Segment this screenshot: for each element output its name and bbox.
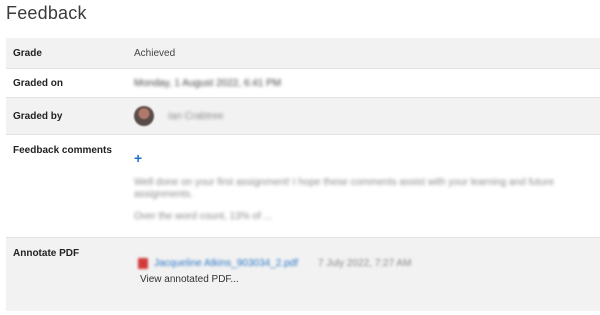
- feedback-table: Grade Achieved Graded on Monday, 1 Augus…: [6, 38, 600, 311]
- annotate-pdf-value: Jacqueline Atkins_903034_2.pdf 7 July 20…: [134, 238, 600, 285]
- annotate-pdf-label: Annotate PDF: [13, 248, 80, 259]
- feedback-page: Feedback Grade Achieved Graded on Monday…: [0, 0, 600, 315]
- grader-avatar: [134, 106, 154, 126]
- grade-row: Grade Achieved: [6, 38, 600, 69]
- pdf-file-link[interactable]: Jacqueline Atkins_903034_2.pdf: [154, 258, 298, 269]
- expand-plus-icon[interactable]: +: [134, 151, 146, 165]
- graded-by-value: Ian Crabtree: [134, 106, 600, 126]
- pdf-file-icon: [138, 258, 148, 269]
- graded-on-value: Monday, 1 August 2022, 6:41 PM: [134, 77, 282, 89]
- annotate-pdf-row: Annotate PDF Jacqueline Atkins_903034_2.…: [6, 238, 600, 311]
- grade-value: Achieved: [134, 47, 176, 59]
- graded-on-label: Graded on: [13, 77, 64, 89]
- grader-name: Ian Crabtree: [168, 110, 224, 122]
- graded-by-row: Graded by Ian Crabtree: [6, 98, 600, 135]
- graded-by-label: Graded by: [13, 110, 63, 122]
- grade-label: Grade: [13, 47, 42, 59]
- feedback-comments-value: + Well done on your first assignment! I …: [134, 135, 600, 223]
- feedback-comments-label: Feedback comments: [13, 145, 112, 156]
- feedback-comment-line: Over the word count, 13% of ...: [134, 211, 272, 222]
- page-title: Feedback: [6, 3, 87, 23]
- pdf-file-entry: Jacqueline Atkins_903034_2.pdf 7 July 20…: [138, 258, 600, 269]
- graded-on-row: Graded on Monday, 1 August 2022, 6:41 PM: [6, 69, 600, 98]
- feedback-comments-row: Feedback comments + Well done on your fi…: [6, 135, 600, 238]
- feedback-comment-line: Well done on your first assignment! I ho…: [134, 177, 555, 200]
- pdf-file-date: 7 July 2022, 7:27 AM: [318, 258, 412, 269]
- view-annotated-pdf-link[interactable]: View annotated PDF...: [140, 274, 600, 285]
